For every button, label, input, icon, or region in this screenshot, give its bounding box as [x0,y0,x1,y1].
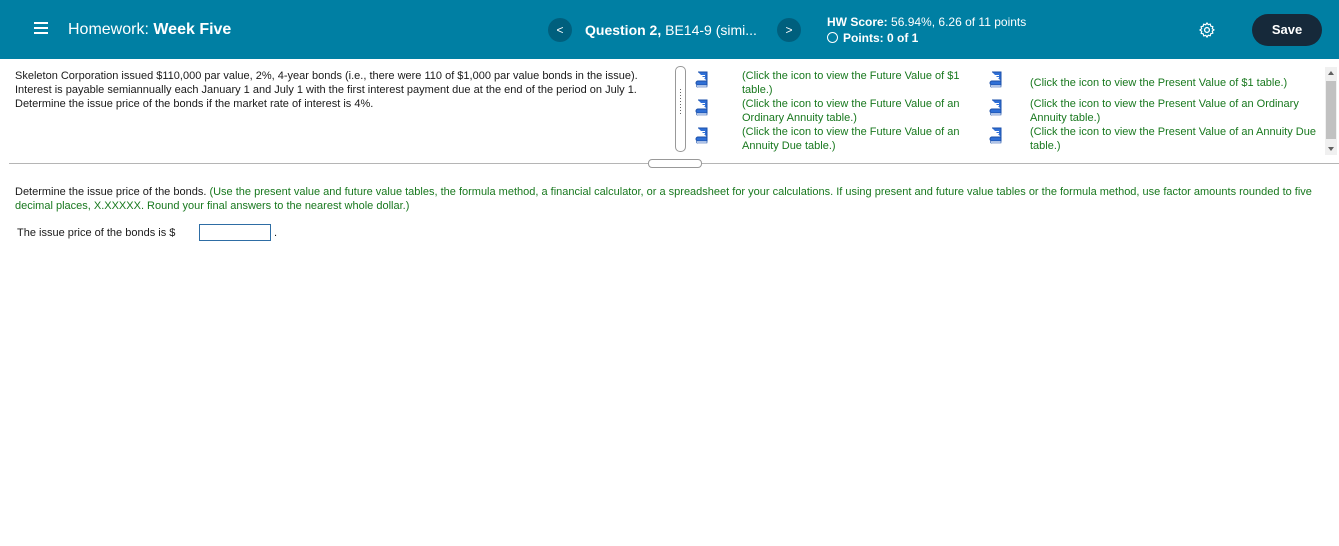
book-icon[interactable] [989,99,1003,116]
scroll-down-arrow-icon[interactable] [1328,147,1334,151]
next-question-button[interactable]: > [777,18,801,42]
instructions-note: (Use the present value and future value … [15,186,1312,212]
previous-question-button[interactable]: < [548,18,572,42]
chevron-right-icon: > [785,23,793,37]
pv-annuity-due-link[interactable]: (Click the icon to view the Present Valu… [1030,125,1322,153]
points-label: Points: [843,31,884,45]
horizontal-splitter-handle[interactable] [648,159,702,168]
book-icon[interactable] [695,127,709,144]
instructions-main: Determine the issue price of the bonds. [15,186,207,198]
chevron-left-icon: < [556,23,564,37]
menu-icon[interactable] [34,22,48,34]
fv1-table-link[interactable]: (Click the icon to view the Future Value… [742,69,978,97]
homework-title: Homework: Week Five [68,21,231,39]
score-block: HW Score: 56.94%, 6.26 of 11 points Poin… [827,14,1026,46]
book-icon[interactable] [695,71,709,88]
problem-statement: Skeleton Corporation issued $110,000 par… [15,70,638,110]
book-icon[interactable] [695,99,709,116]
scrollbar[interactable] [1325,67,1337,155]
fv-ordinary-annuity-link[interactable]: (Click the icon to view the Future Value… [742,97,978,125]
points-value: 0 of 1 [887,31,919,45]
scroll-up-arrow-icon[interactable] [1328,71,1334,75]
answer-suffix: . [274,227,278,239]
top-bar: Homework: Week Five < Question 2, BE14-9… [0,0,1339,59]
save-button[interactable]: Save [1252,14,1322,46]
hw-score-value: 56.94%, 6.26 of 11 points [891,15,1027,29]
question-title: Question 2, BE14-9 (simi... [585,22,757,38]
scrollbar-thumb[interactable] [1326,81,1336,139]
book-icon[interactable] [989,71,1003,88]
fv-annuity-due-link[interactable]: (Click the icon to view the Future Value… [742,125,978,153]
pv1-table-link[interactable]: (Click the icon to view the Present Valu… [1030,76,1322,90]
book-icon[interactable] [989,127,1003,144]
issue-price-input[interactable] [199,224,271,241]
question-number: Question 2, [585,22,662,38]
homework-prefix: Homework: [68,21,149,38]
homework-name: Week Five [153,21,232,38]
radio-circle-icon [827,32,838,43]
gear-icon[interactable] [1198,21,1216,39]
question-name: BE14-9 (simi... [665,22,757,38]
instructions: Determine the issue price of the bonds. … [15,185,1325,213]
vertical-splitter-handle[interactable] [675,66,686,152]
hw-score-label: HW Score: [827,15,888,29]
answer-label: The issue price of the bonds is $ [17,227,176,239]
pv-ordinary-annuity-link[interactable]: (Click the icon to view the Present Valu… [1030,97,1322,125]
